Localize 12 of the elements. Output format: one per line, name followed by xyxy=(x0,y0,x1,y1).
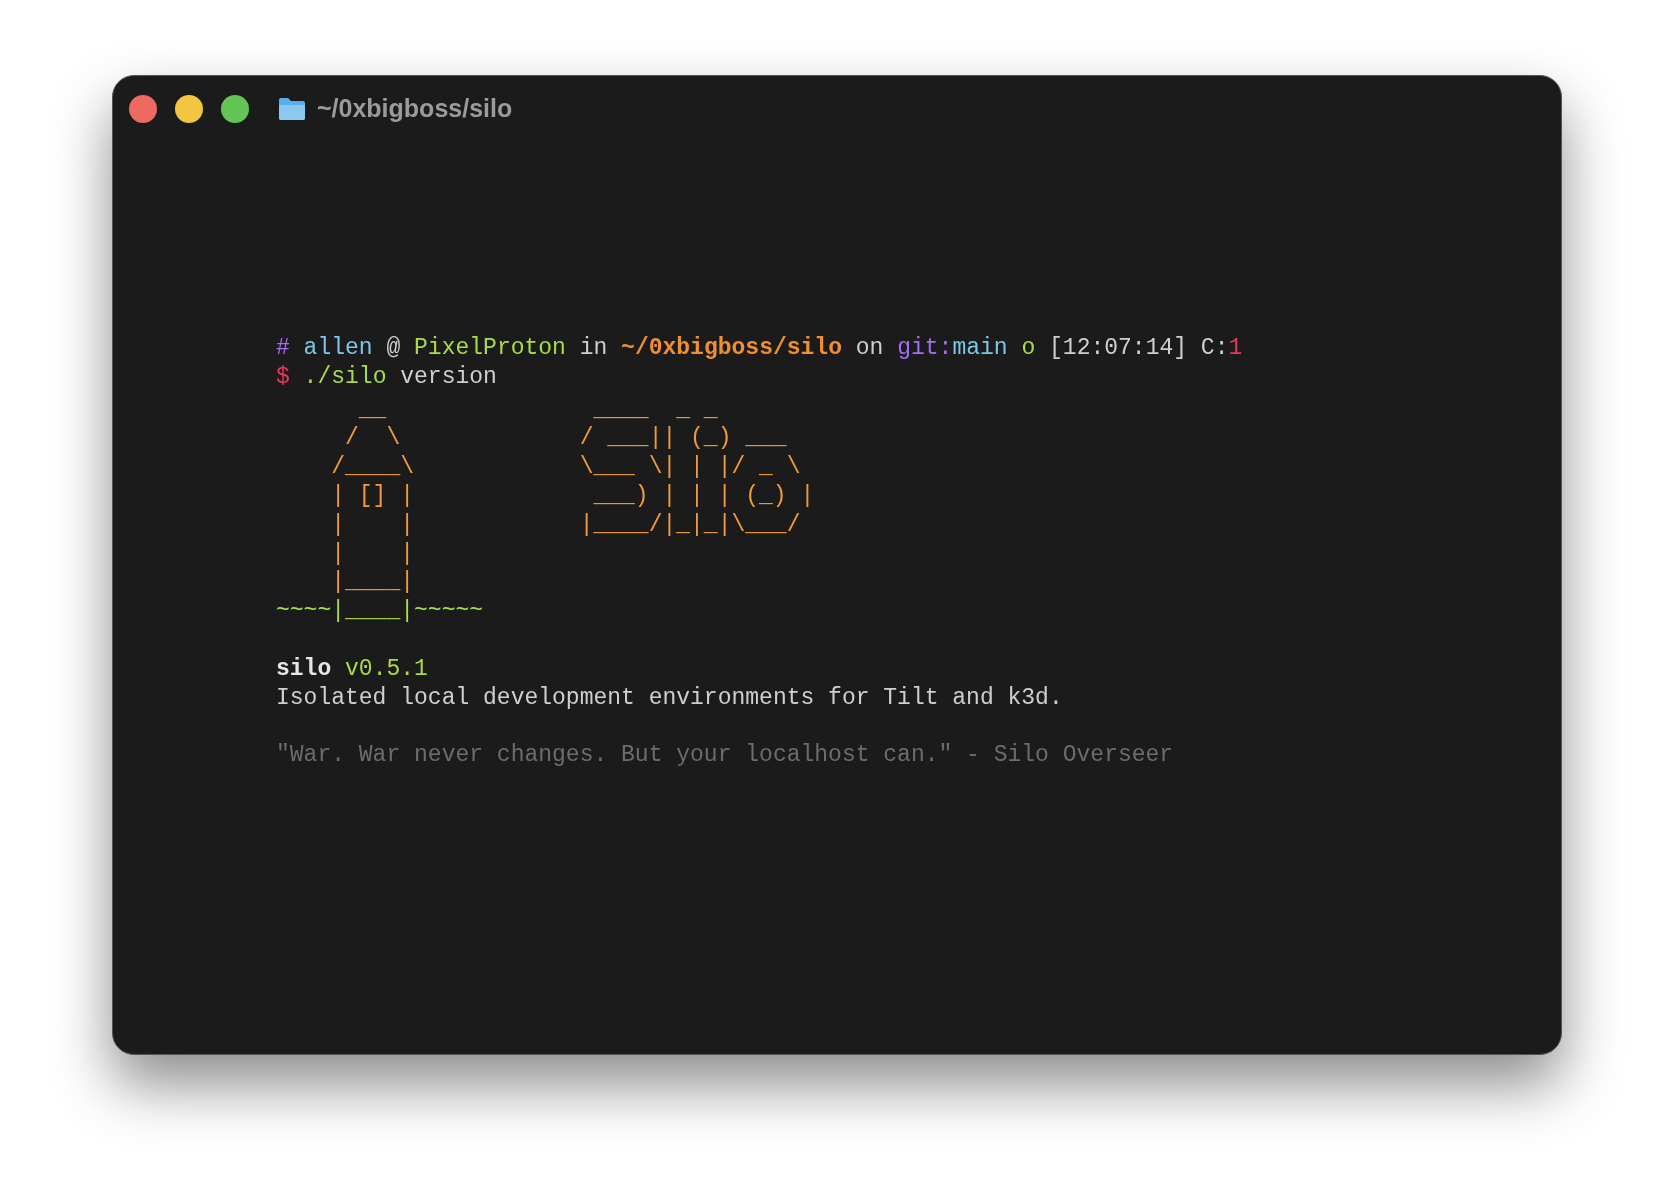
quote-text: "War. War never changes. But your localhost can." - Silo Overseer xyxy=(276,741,1174,770)
maximize-button[interactable] xyxy=(221,95,249,123)
command-line: $ ./silo version xyxy=(276,362,497,392)
silo-logo-art: ____ _ _ / ___|| (_) ___ \___ \| | |/ _ \ ___) | | | (_) | |____/|_|_|\___/ xyxy=(579,395,815,540)
lighthouse-art: __ / \ /____\ | [] | | | | | |____| ~~~~|____|~~~~~ xyxy=(276,395,485,626)
folder-icon xyxy=(277,96,307,122)
prompt-line: # allen @ PixelProton in ~/0xbigboss/silo on git:main o [12:07:14] C:1 xyxy=(276,334,1243,363)
minimize-button[interactable] xyxy=(175,95,203,123)
close-button[interactable] xyxy=(129,95,157,123)
version-line: silo v0.5.1 xyxy=(276,654,428,684)
window-title: ~/0xbigboss/silo xyxy=(317,93,513,125)
description-text: Isolated local development environments for Tilt and k3d. xyxy=(276,683,1063,713)
